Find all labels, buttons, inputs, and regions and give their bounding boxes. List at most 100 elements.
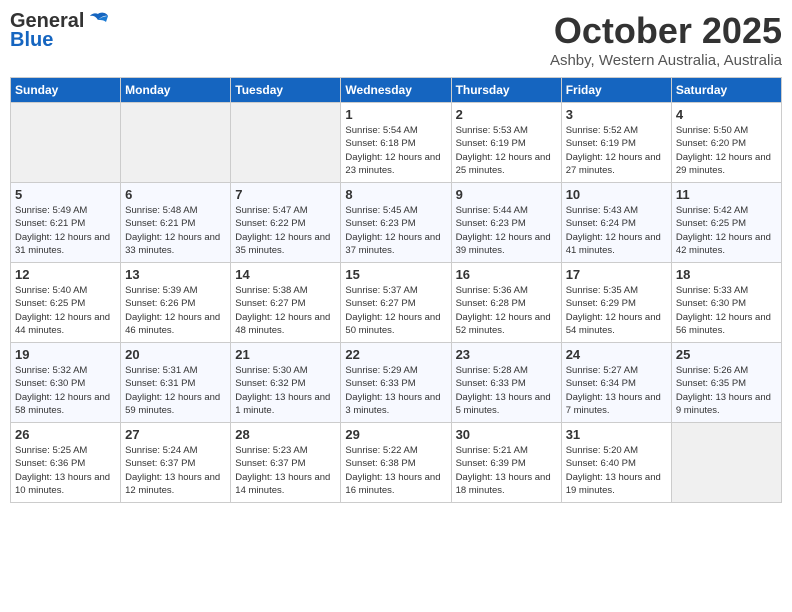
calendar-cell: 5 Sunrise: 5:49 AMSunset: 6:21 PMDaylight… [11, 183, 121, 263]
calendar-cell: 12 Sunrise: 5:40 AMSunset: 6:25 PMDayligh… [11, 263, 121, 343]
day-info: Sunrise: 5:25 AMSunset: 6:36 PMDaylight:… [15, 444, 116, 497]
day-info: Sunrise: 5:49 AMSunset: 6:21 PMDaylight:… [15, 204, 116, 257]
day-number: 25 [676, 347, 777, 362]
day-number: 8 [345, 187, 446, 202]
calendar-cell: 7Sunrise: 5:47 AMSunset: 6:22 PMDaylight… [231, 183, 341, 263]
calendar-cell: 2 Sunrise: 5:53 AMSunset: 6:19 PMDaylight… [451, 103, 561, 183]
calendar-cell: 14 Sunrise: 5:38 AMSunset: 6:27 PMDayligh… [231, 263, 341, 343]
calendar-cell: 18Sunrise: 5:33 AMSunset: 6:30 PMDayligh… [671, 263, 781, 343]
calendar-cell: 22 Sunrise: 5:29 AMSunset: 6:33 PMDayligh… [341, 343, 451, 423]
calendar-cell: 29 Sunrise: 5:22 AMSunset: 6:38 PMDayligh… [341, 423, 451, 503]
month-title: October 2025 [550, 10, 782, 52]
calendar-cell: 11 Sunrise: 5:42 AMSunset: 6:25 PMDayligh… [671, 183, 781, 263]
calendar-cell: 28 Sunrise: 5:23 AMSunset: 6:37 PMDayligh… [231, 423, 341, 503]
weekday-header: Sunday [11, 78, 121, 103]
day-number: 14 [235, 267, 336, 282]
calendar-cell: 25 Sunrise: 5:26 AMSunset: 6:35 PMDayligh… [671, 343, 781, 423]
calendar-cell: 21Sunrise: 5:30 AMSunset: 6:32 PMDayligh… [231, 343, 341, 423]
day-info: Sunrise: 5:45 AMSunset: 6:23 PMDaylight:… [345, 204, 446, 257]
day-info: Sunrise: 5:36 AMSunset: 6:28 PMDaylight:… [456, 284, 557, 337]
calendar-cell: 1 Sunrise: 5:54 AMSunset: 6:18 PMDaylight… [341, 103, 451, 183]
weekday-header: Tuesday [231, 78, 341, 103]
calendar-cell [11, 103, 121, 183]
day-info: Sunrise: 5:29 AMSunset: 6:33 PMDaylight:… [345, 364, 446, 417]
day-number: 29 [345, 427, 446, 442]
calendar-cell: 30 Sunrise: 5:21 AMSunset: 6:39 PMDayligh… [451, 423, 561, 503]
calendar-cell: 24 Sunrise: 5:27 AMSunset: 6:34 PMDayligh… [561, 343, 671, 423]
calendar-week-row: 1 Sunrise: 5:54 AMSunset: 6:18 PMDaylight… [11, 103, 782, 183]
day-number: 5 [15, 187, 116, 202]
day-info: Sunrise: 5:42 AMSunset: 6:25 PMDaylight:… [676, 204, 777, 257]
day-number: 16 [456, 267, 557, 282]
calendar-cell: 10 Sunrise: 5:43 AMSunset: 6:24 PMDayligh… [561, 183, 671, 263]
day-info: Sunrise: 5:20 AMSunset: 6:40 PMDaylight:… [566, 444, 667, 497]
day-number: 22 [345, 347, 446, 362]
day-number: 17 [566, 267, 667, 282]
calendar-cell: 23Sunrise: 5:28 AMSunset: 6:33 PMDayligh… [451, 343, 561, 423]
weekday-header: Wednesday [341, 78, 451, 103]
calendar-cell: 16 Sunrise: 5:36 AMSunset: 6:28 PMDayligh… [451, 263, 561, 343]
calendar-cell: 15Sunrise: 5:37 AMSunset: 6:27 PMDayligh… [341, 263, 451, 343]
day-number: 28 [235, 427, 336, 442]
day-info: Sunrise: 5:23 AMSunset: 6:37 PMDaylight:… [235, 444, 336, 497]
day-number: 15 [345, 267, 446, 282]
calendar-cell: 26 Sunrise: 5:25 AMSunset: 6:36 PMDayligh… [11, 423, 121, 503]
calendar-cell [671, 423, 781, 503]
day-number: 24 [566, 347, 667, 362]
calendar-cell: 3 Sunrise: 5:52 AMSunset: 6:19 PMDaylight… [561, 103, 671, 183]
day-info: Sunrise: 5:22 AMSunset: 6:38 PMDaylight:… [345, 444, 446, 497]
day-number: 19 [15, 347, 116, 362]
day-info: Sunrise: 5:53 AMSunset: 6:19 PMDaylight:… [456, 124, 557, 177]
calendar-cell: 8 Sunrise: 5:45 AMSunset: 6:23 PMDaylight… [341, 183, 451, 263]
day-info: Sunrise: 5:28 AMSunset: 6:33 PMDaylight:… [456, 364, 557, 417]
day-number: 9 [456, 187, 557, 202]
day-number: 3 [566, 107, 667, 122]
calendar-cell: 19Sunrise: 5:32 AMSunset: 6:30 PMDayligh… [11, 343, 121, 423]
day-number: 20 [125, 347, 226, 362]
day-number: 27 [125, 427, 226, 442]
day-info: Sunrise: 5:26 AMSunset: 6:35 PMDaylight:… [676, 364, 777, 417]
title-section: October 2025 Ashby, Western Australia, A… [550, 10, 782, 69]
day-number: 21 [235, 347, 336, 362]
day-info: Sunrise: 5:21 AMSunset: 6:39 PMDaylight:… [456, 444, 557, 497]
day-number: 7 [235, 187, 336, 202]
day-info: Sunrise: 5:35 AMSunset: 6:29 PMDaylight:… [566, 284, 667, 337]
day-info: Sunrise: 5:50 AMSunset: 6:20 PMDaylight:… [676, 124, 777, 177]
day-info: Sunrise: 5:27 AMSunset: 6:34 PMDaylight:… [566, 364, 667, 417]
calendar-cell [231, 103, 341, 183]
day-info: Sunrise: 5:44 AMSunset: 6:23 PMDaylight:… [456, 204, 557, 257]
day-number: 11 [676, 187, 777, 202]
day-info: Sunrise: 5:52 AMSunset: 6:19 PMDaylight:… [566, 124, 667, 177]
calendar-week-row: 26 Sunrise: 5:25 AMSunset: 6:36 PMDayligh… [11, 423, 782, 503]
day-info: Sunrise: 5:39 AMSunset: 6:26 PMDaylight:… [125, 284, 226, 337]
calendar-cell: 13 Sunrise: 5:39 AMSunset: 6:26 PMDayligh… [121, 263, 231, 343]
day-number: 12 [15, 267, 116, 282]
day-number: 10 [566, 187, 667, 202]
location-title: Ashby, Western Australia, Australia [550, 52, 782, 69]
day-number: 31 [566, 427, 667, 442]
day-number: 13 [125, 267, 226, 282]
day-number: 26 [15, 427, 116, 442]
day-info: Sunrise: 5:24 AMSunset: 6:37 PMDaylight:… [125, 444, 226, 497]
weekday-header-row: SundayMondayTuesdayWednesdayThursdayFrid… [11, 78, 782, 103]
calendar-cell: 17 Sunrise: 5:35 AMSunset: 6:29 PMDayligh… [561, 263, 671, 343]
day-info: Sunrise: 5:48 AMSunset: 6:21 PMDaylight:… [125, 204, 226, 257]
weekday-header: Saturday [671, 78, 781, 103]
day-info: Sunrise: 5:54 AMSunset: 6:18 PMDaylight:… [345, 124, 446, 177]
weekday-header: Thursday [451, 78, 561, 103]
calendar-cell: 4Sunrise: 5:50 AMSunset: 6:20 PMDaylight… [671, 103, 781, 183]
calendar-table: SundayMondayTuesdayWednesdayThursdayFrid… [10, 77, 782, 503]
page-header: General Blue October 2025 Ashby, Western… [10, 10, 782, 69]
day-number: 6 [125, 187, 226, 202]
calendar-cell: 6 Sunrise: 5:48 AMSunset: 6:21 PMDaylight… [121, 183, 231, 263]
day-number: 18 [676, 267, 777, 282]
day-number: 1 [345, 107, 446, 122]
day-info: Sunrise: 5:38 AMSunset: 6:27 PMDaylight:… [235, 284, 336, 337]
calendar-week-row: 12 Sunrise: 5:40 AMSunset: 6:25 PMDayligh… [11, 263, 782, 343]
day-info: Sunrise: 5:43 AMSunset: 6:24 PMDaylight:… [566, 204, 667, 257]
day-number: 30 [456, 427, 557, 442]
day-info: Sunrise: 5:31 AMSunset: 6:31 PMDaylight:… [125, 364, 226, 417]
day-number: 2 [456, 107, 557, 122]
weekday-header: Monday [121, 78, 231, 103]
day-info: Sunrise: 5:40 AMSunset: 6:25 PMDaylight:… [15, 284, 116, 337]
